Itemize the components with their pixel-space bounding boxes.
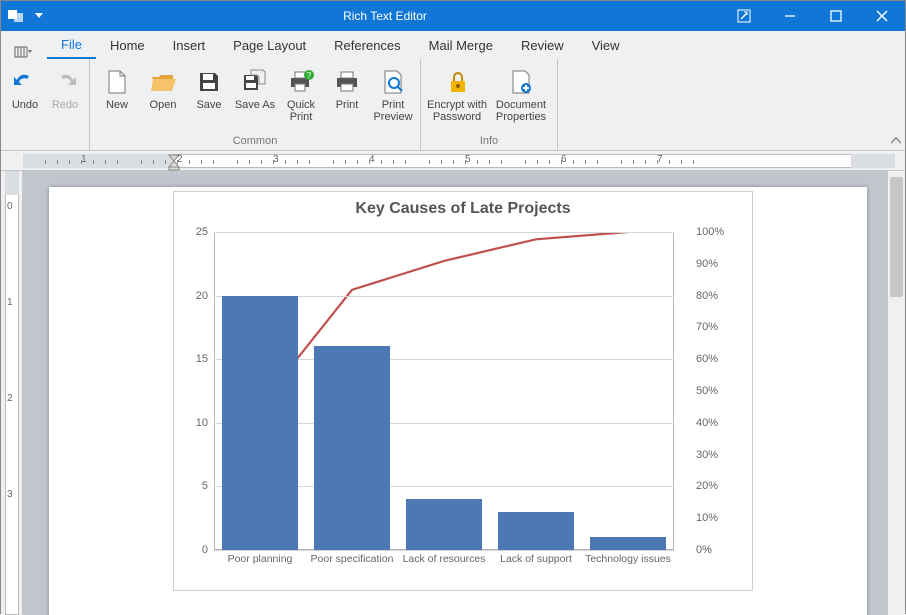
tab-home[interactable]: Home (96, 31, 159, 59)
y2-tick: 40% (696, 417, 718, 429)
tab-review[interactable]: Review (507, 31, 578, 59)
quick-print-button[interactable]: ? Quick Print (278, 63, 324, 133)
y2-tick: 20% (696, 480, 718, 492)
redo-label: Redo (52, 99, 78, 111)
ruler-view-button[interactable] (1, 45, 47, 59)
close-button[interactable] (859, 1, 905, 31)
new-icon (101, 67, 133, 97)
tab-page-layout[interactable]: Page Layout (219, 31, 320, 59)
chart-title: Key Causes of Late Projects (174, 192, 752, 220)
x-category-label: Poor planning (228, 550, 293, 565)
x-category-label: Lack of support (500, 550, 572, 565)
group-common-label: Common (90, 133, 420, 150)
y1-tick: 5 (202, 480, 208, 492)
tab-insert[interactable]: Insert (159, 31, 220, 59)
y2-tick: 70% (696, 321, 718, 333)
quick-dropdown-icon[interactable] (29, 1, 49, 31)
chart-bar (406, 499, 481, 550)
open-icon (147, 67, 179, 97)
tab-references[interactable]: References (320, 31, 414, 59)
y2-tick: 80% (696, 290, 718, 302)
print-preview-icon (377, 67, 409, 97)
save-button[interactable]: Save (186, 63, 232, 133)
x-category-label: Lack of resources (403, 550, 486, 565)
quick-print-icon: ? (285, 67, 317, 97)
save-as-button[interactable]: Save As (232, 63, 278, 133)
y1-tick: 25 (196, 226, 208, 238)
collapse-ribbon-icon[interactable] (891, 137, 901, 148)
y2-tick: 50% (696, 385, 718, 397)
tab-view[interactable]: View (578, 31, 634, 59)
app-logo-icon (7, 6, 25, 27)
y1-tick: 15 (196, 353, 208, 365)
undo-button[interactable]: Undo (5, 63, 45, 133)
minimize-button[interactable] (767, 1, 813, 31)
y2-tick: 10% (696, 512, 718, 524)
ribbon-body: Undo Redo New Open Save (1, 59, 905, 151)
y2-tick: 60% (696, 353, 718, 365)
chart-bar (314, 346, 389, 550)
y2-tick: 100% (696, 226, 724, 238)
save-as-icon (239, 67, 271, 97)
x-category-label: Technology issues (585, 550, 671, 565)
encrypt-password-button[interactable]: Encrypt with Password (425, 63, 489, 133)
document-page: Key Causes of Late Projects 05101520250%… (49, 187, 867, 615)
y2-tick: 30% (696, 449, 718, 461)
y2-tick: 0% (696, 544, 712, 556)
open-button[interactable]: Open (140, 63, 186, 133)
tab-file[interactable]: File (47, 31, 96, 59)
ribbon-options-icon[interactable] (721, 1, 767, 31)
chart-plot-area: 05101520250%10%20%30%40%50%60%70%80%90%1… (214, 232, 674, 550)
lock-icon (441, 67, 473, 97)
maximize-button[interactable] (813, 1, 859, 31)
chart-bar (222, 296, 297, 550)
chart-bar (590, 537, 665, 550)
doc-properties-icon (505, 67, 537, 97)
redo-icon (49, 67, 81, 97)
print-icon (331, 67, 363, 97)
ribbon-tab-strip: File Home Insert Page Layout References … (1, 31, 905, 59)
y1-tick: 0 (202, 544, 208, 556)
vertical-ruler[interactable]: 0123 (1, 171, 23, 615)
redo-button[interactable]: Redo (45, 63, 85, 133)
svg-text:?: ? (307, 71, 312, 80)
title-bar: Rich Text Editor (1, 1, 905, 31)
document-properties-button[interactable]: Document Properties (489, 63, 553, 133)
window-title: Rich Text Editor (49, 9, 721, 23)
scrollbar-thumb[interactable] (890, 177, 903, 297)
embedded-chart: Key Causes of Late Projects 05101520250%… (173, 191, 753, 591)
x-category-label: Poor specification (311, 550, 394, 565)
undo-label: Undo (12, 99, 38, 111)
y1-tick: 10 (196, 417, 208, 429)
chart-bar (498, 512, 573, 550)
undo-icon (9, 67, 41, 97)
print-preview-button[interactable]: Print Preview (370, 63, 416, 133)
new-button[interactable]: New (94, 63, 140, 133)
group-info-label: Info (421, 133, 557, 150)
save-icon (193, 67, 225, 97)
workspace: 0123 Key Causes of Late Projects 0510152… (1, 171, 905, 615)
horizontal-ruler[interactable]: 1234567 (1, 151, 905, 171)
print-button[interactable]: Print (324, 63, 370, 133)
tab-mail-merge[interactable]: Mail Merge (415, 31, 507, 59)
y1-tick: 20 (196, 290, 208, 302)
document-canvas[interactable]: Key Causes of Late Projects 05101520250%… (23, 171, 887, 615)
y2-tick: 90% (696, 258, 718, 270)
vertical-scrollbar[interactable] (887, 171, 905, 615)
